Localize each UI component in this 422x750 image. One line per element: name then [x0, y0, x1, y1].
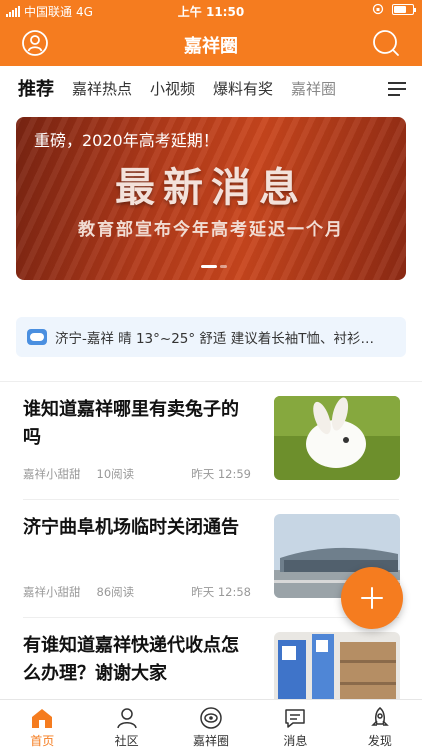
- bottom-navigation: 首页 社区 嘉祥圈 消息 发现: [0, 699, 422, 750]
- orientation-lock-icon: [372, 3, 384, 15]
- nav-jiaxiang-circle[interactable]: 嘉祥圈: [169, 700, 253, 750]
- rocket-icon: [371, 707, 389, 726]
- article-author: 嘉祥小甜甜: [23, 585, 81, 599]
- tab-recommend[interactable]: 推荐: [16, 75, 56, 102]
- circle-eye-icon: [200, 707, 222, 729]
- battery-icon: [392, 3, 416, 15]
- nav-label: 社区: [114, 734, 139, 748]
- cloud-icon: [27, 329, 47, 345]
- home-icon: [32, 709, 53, 728]
- menu-icon[interactable]: [388, 82, 406, 96]
- article-time: 昨天 12:58: [191, 585, 251, 599]
- message-icon: [285, 709, 306, 728]
- nav-messages[interactable]: 消息: [253, 700, 337, 750]
- community-icon: [116, 708, 137, 729]
- search-icon[interactable]: [372, 29, 400, 57]
- article-item[interactable]: 谁知道嘉祥哪里有卖兔子的吗 嘉祥小甜甜 10阅读 昨天 12:59: [0, 382, 422, 500]
- article-title: 济宁曲阜机场临时关闭通告: [23, 517, 239, 538]
- nav-community[interactable]: 社区: [84, 700, 168, 750]
- banner-headline: 最新消息: [115, 165, 307, 211]
- nav-discover[interactable]: 发现: [338, 700, 422, 750]
- status-bar: 中国联通 4G 上午 11:50: [0, 0, 422, 20]
- app-header: 嘉祥圈: [0, 20, 422, 66]
- tab-tipoff-reward[interactable]: 爆料有奖: [213, 78, 273, 99]
- nav-label: 首页: [30, 734, 55, 748]
- nav-label: 消息: [283, 734, 308, 748]
- add-post-button[interactable]: [341, 567, 403, 629]
- tab-short-video[interactable]: 小视频: [150, 78, 195, 99]
- tab-jiaxiang-circle[interactable]: 嘉祥圈: [291, 78, 336, 99]
- weather-bar[interactable]: 济宁-嘉祥 晴 13°~25° 舒适 建议着长袖T恤、衬衫加单裤等服装。: [16, 317, 406, 357]
- article-time: 昨天 12:59: [191, 467, 251, 481]
- banner-carousel[interactable]: 重磅，2020年高考延期！ 最新消息 教育部宣布今年高考延迟一个月: [16, 117, 406, 280]
- nav-label: 嘉祥圈: [193, 734, 230, 748]
- article-title: 谁知道嘉祥哪里有卖兔子的吗: [23, 399, 239, 448]
- banner-subtitle: 重磅，2020年高考延期！: [34, 131, 219, 150]
- nav-label: 发现: [367, 734, 392, 748]
- banner-caption: 教育部宣布今年高考延迟一个月: [78, 220, 344, 240]
- category-tabs: 推荐 嘉祥热点 小视频 爆料有奖 嘉祥圈: [0, 66, 422, 110]
- clock: 上午 11:50: [177, 5, 245, 19]
- weather-text: 济宁-嘉祥 晴 13°~25° 舒适 建议着长袖T恤、衬衫加单裤等服装。: [55, 331, 385, 347]
- rabbit-thumbnail: [274, 396, 400, 480]
- carousel-indicator: [201, 265, 227, 268]
- page-title: 嘉祥圈: [184, 36, 238, 57]
- article-reads: 86阅读: [96, 585, 135, 599]
- article-reads: 10阅读: [96, 467, 135, 481]
- nav-home[interactable]: 首页: [0, 700, 84, 750]
- article-title: 有谁知道嘉祥快递代收点怎么办理？谢谢大家: [23, 635, 239, 684]
- article-author: 嘉祥小甜甜: [23, 467, 81, 481]
- tab-jiaxiang-hot[interactable]: 嘉祥热点: [72, 78, 132, 99]
